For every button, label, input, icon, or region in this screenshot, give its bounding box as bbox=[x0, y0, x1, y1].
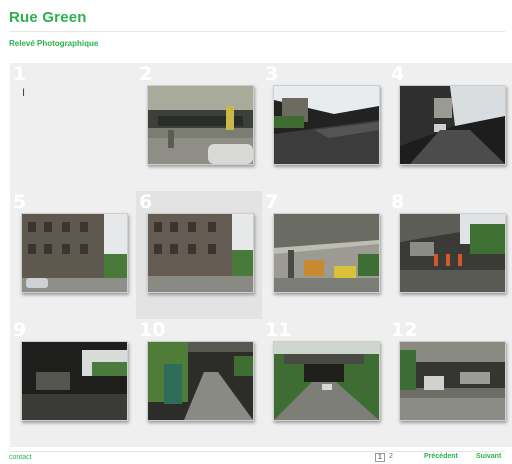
photo-number: 5 bbox=[13, 191, 27, 213]
footer-divider bbox=[9, 451, 505, 452]
photo-number: 12 bbox=[391, 319, 418, 341]
photo-grid: 1 I 2 3 4 5 6 7 8 9 10 11 12 bbox=[10, 63, 512, 447]
photo-cell-10[interactable]: 10 bbox=[136, 319, 262, 447]
photo-cell-5[interactable]: 5 bbox=[10, 191, 136, 319]
page-1-link[interactable]: 1 bbox=[375, 453, 385, 462]
photo-cell-2[interactable]: 2 bbox=[136, 63, 262, 191]
photo-number: 7 bbox=[265, 191, 279, 213]
title-divider bbox=[9, 31, 505, 32]
photo-cell-3[interactable]: 3 bbox=[262, 63, 388, 191]
text-cursor-icon: I bbox=[22, 87, 26, 99]
photo-thumbnail[interactable] bbox=[147, 341, 254, 421]
photo-cell-6[interactable]: 6 bbox=[136, 191, 262, 319]
photo-number: 9 bbox=[13, 319, 27, 341]
photo-cell-12[interactable]: 12 bbox=[388, 319, 512, 447]
photo-number: 3 bbox=[265, 63, 279, 85]
photo-thumbnail[interactable] bbox=[273, 85, 380, 165]
photo-thumbnail[interactable] bbox=[273, 213, 380, 293]
page-title: Rue Green bbox=[9, 9, 87, 26]
photo-cell-7[interactable]: 7 bbox=[262, 191, 388, 319]
contact-link[interactable]: contact bbox=[9, 454, 32, 461]
photo-thumbnail[interactable] bbox=[399, 85, 506, 165]
photo-cell-8[interactable]: 8 bbox=[388, 191, 512, 319]
photo-number: 2 bbox=[139, 63, 153, 85]
photo-thumbnail[interactable] bbox=[21, 213, 128, 293]
photo-cell-11[interactable]: 11 bbox=[262, 319, 388, 447]
photo-thumbnail[interactable] bbox=[399, 341, 506, 421]
page-subtitle: Relevé Photographique bbox=[9, 39, 99, 48]
photo-thumbnail[interactable] bbox=[399, 213, 506, 293]
photo-cell-1[interactable]: 1 I bbox=[10, 63, 136, 191]
photo-number: 1 bbox=[13, 63, 27, 85]
photo-cell-4[interactable]: 4 bbox=[388, 63, 512, 191]
photo-number: 11 bbox=[265, 319, 292, 341]
page-2-link[interactable]: 2 bbox=[389, 453, 393, 460]
photo-number: 4 bbox=[391, 63, 405, 85]
next-link[interactable]: Suivant bbox=[476, 453, 501, 460]
photo-thumbnail[interactable] bbox=[147, 85, 254, 165]
photo-cell-9[interactable]: 9 bbox=[10, 319, 136, 447]
photo-thumbnail[interactable] bbox=[147, 213, 254, 293]
photo-thumbnail[interactable] bbox=[273, 341, 380, 421]
photo-number: 6 bbox=[139, 191, 153, 213]
photo-thumbnail[interactable] bbox=[21, 341, 128, 421]
photo-number: 8 bbox=[391, 191, 405, 213]
previous-link[interactable]: Précédent bbox=[424, 453, 458, 460]
photo-number: 10 bbox=[139, 319, 166, 341]
